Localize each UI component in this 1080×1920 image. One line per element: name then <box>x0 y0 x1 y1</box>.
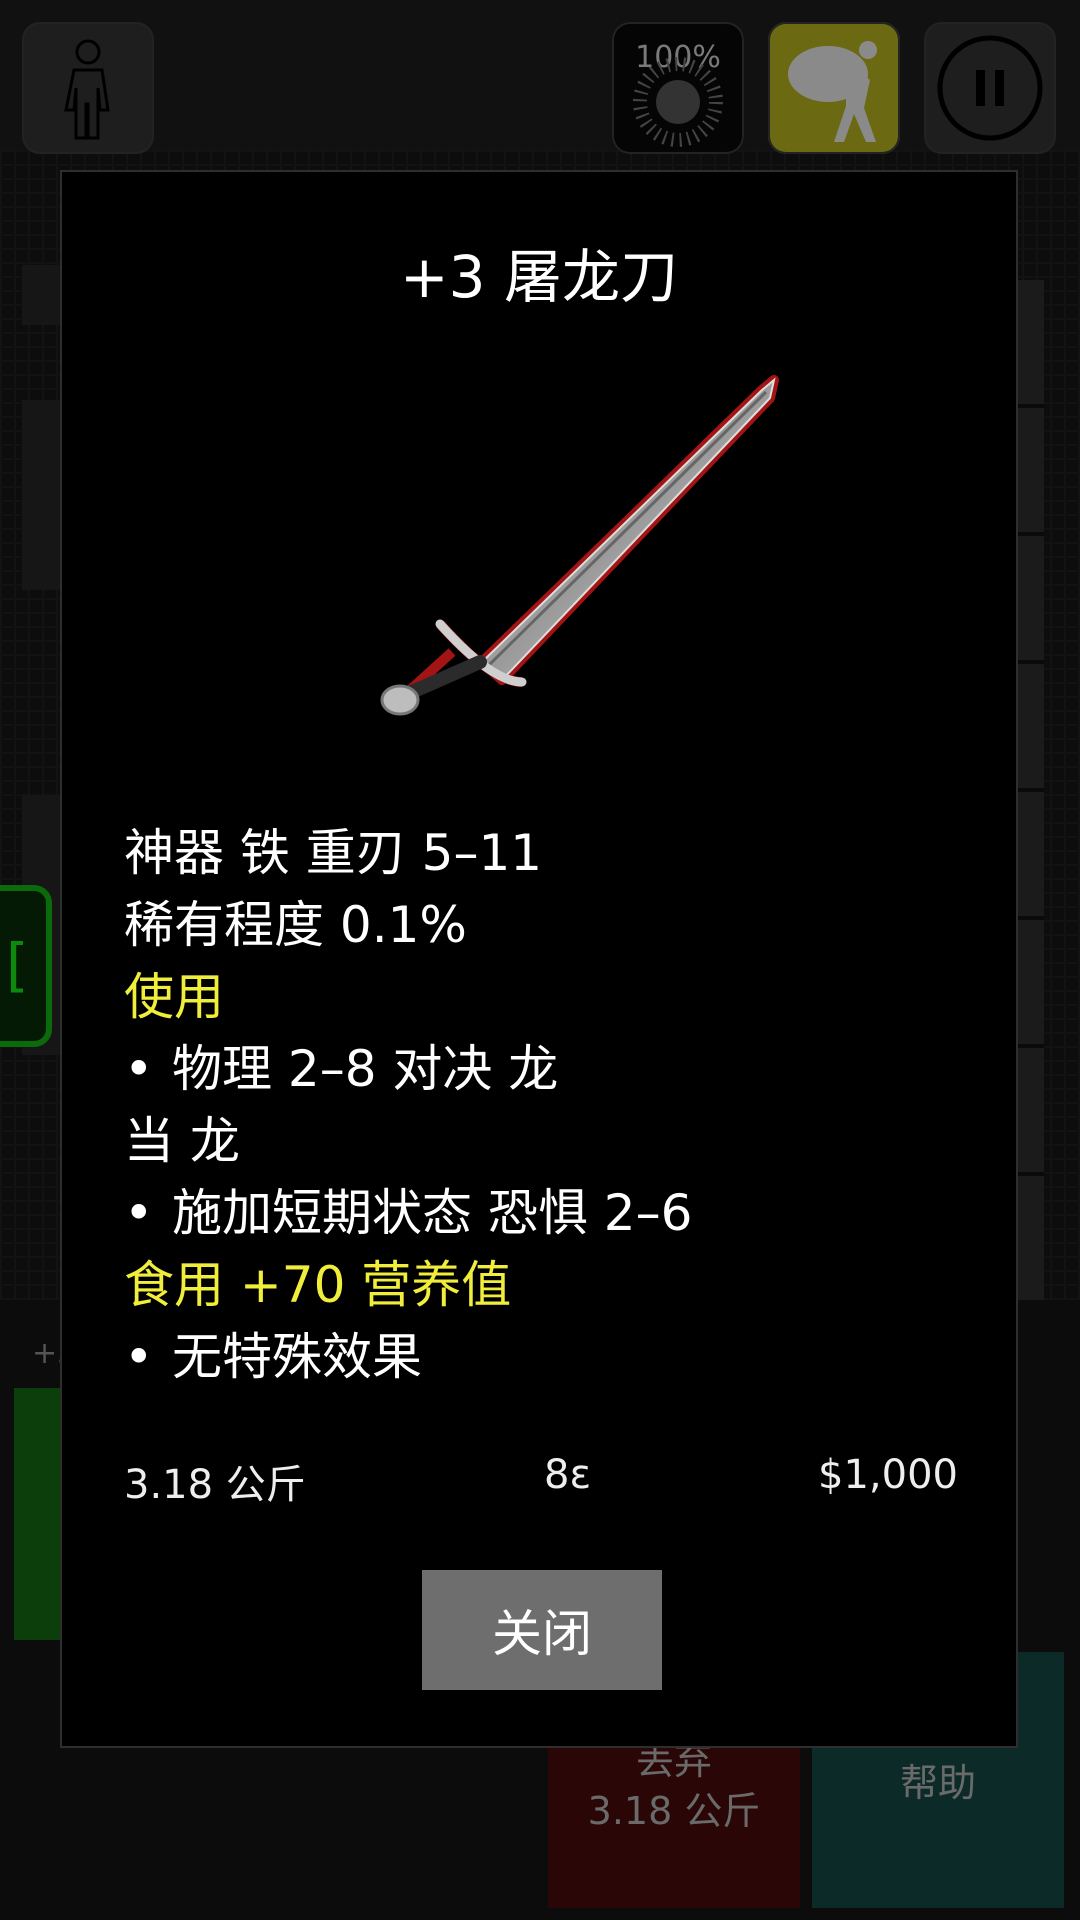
item-weight: 3.18 公斤 <box>124 1462 306 1508</box>
bullet-icon: • <box>124 1328 154 1386</box>
pause-icon <box>937 35 1043 141</box>
sword-icon <box>380 375 779 716</box>
person-icon <box>64 39 110 140</box>
close-button[interactable]: 关闭 <box>422 1570 662 1690</box>
detail-line: 稀有程度 0.1% <box>124 889 984 961</box>
item-detail-dialog: +3 屠龙刀 神器 铁 重刃 5–11 稀有程度 0.1% 使用 • 物理 2–8 对决… <box>60 170 1018 1748</box>
detail-line: • 无特殊效果 <box>124 1321 984 1393</box>
item-value: 8ε <box>544 1452 592 1498</box>
detail-line-text: 神器 铁 重刃 5–11 <box>124 824 543 882</box>
meter-icon <box>633 57 723 147</box>
side-tile <box>22 400 60 590</box>
item-stats-row: 3.18 公斤 8ε $1,000 <box>124 1452 958 1512</box>
pause-button[interactable] <box>924 22 1056 154</box>
detail-line: 当 龙 <box>124 1105 984 1177</box>
meter-button[interactable]: 100% <box>612 22 744 154</box>
detail-line: • 物理 2–8 对决 龙 <box>124 1033 984 1105</box>
detail-line-text: 无特殊效果 <box>172 1328 422 1386</box>
detail-line: 使用 <box>124 961 984 1033</box>
detail-line-text: 物理 2–8 对决 龙 <box>172 1040 559 1098</box>
bottom-item-slot[interactable] <box>14 1388 66 1640</box>
help-button-label: 帮助 <box>899 1761 976 1805</box>
detail-line: • 施加短期状态 恐惧 2–6 <box>124 1177 984 1249</box>
top-bar <box>0 0 1080 150</box>
character-button[interactable] <box>22 22 154 154</box>
item-price: $1,000 <box>818 1452 958 1498</box>
bullet-icon: • <box>124 1040 154 1098</box>
detail-line-text: 食用 +70 营养值 <box>124 1256 512 1314</box>
detail-line: 神器 铁 重刃 5–11 <box>124 817 984 889</box>
drop-button-weight: 3.18 公斤 <box>587 1789 761 1833</box>
detail-line-text: 施加短期状态 恐惧 2–6 <box>172 1184 693 1242</box>
detail-line: 食用 +70 营养值 <box>124 1249 984 1321</box>
item-detail-lines: 神器 铁 重刃 5–11 稀有程度 0.1% 使用 • 物理 2–8 对决 龙当 龙 • 施… <box>124 817 984 1393</box>
inventory-button[interactable] <box>768 22 900 154</box>
side-tile <box>22 265 60 325</box>
item-title: +3 屠龙刀 <box>400 243 678 311</box>
detail-line-text: 当 龙 <box>124 1112 240 1170</box>
sack-carrier-icon <box>788 41 877 142</box>
detail-line-text: 稀有程度 0.1% <box>124 896 467 954</box>
side-tab[interactable]: [ <box>0 885 52 1047</box>
bullet-icon: • <box>124 1184 154 1242</box>
detail-line-text: 使用 <box>124 968 224 1026</box>
right-list-column <box>1018 280 1044 1310</box>
